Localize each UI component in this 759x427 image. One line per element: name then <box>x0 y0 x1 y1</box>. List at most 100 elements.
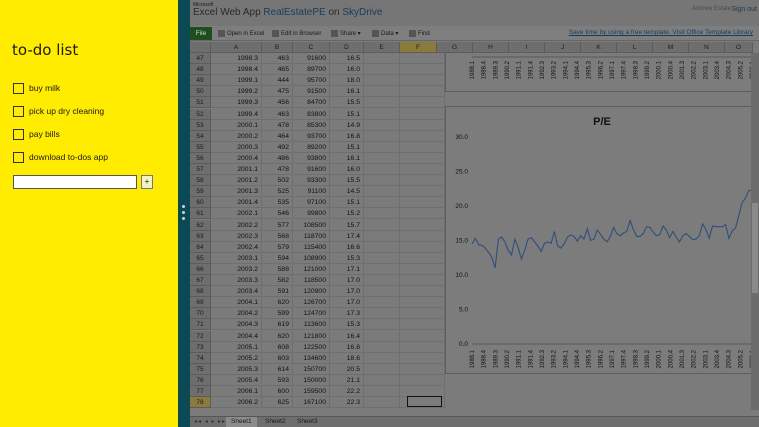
table-cell[interactable]: 91600 <box>293 53 330 65</box>
row-header[interactable]: 56 <box>190 152 211 164</box>
table-cell[interactable]: 120900 <box>293 286 330 298</box>
table-cell[interactable] <box>364 175 400 187</box>
table-cell[interactable]: 91100 <box>293 186 330 198</box>
table-cell[interactable]: 464 <box>262 130 293 142</box>
table-cell[interactable]: 2002.3 <box>211 230 262 242</box>
table-cell[interactable]: 463 <box>262 53 293 65</box>
todo-checkbox[interactable] <box>13 105 24 117</box>
row-header[interactable]: 67 <box>190 275 211 287</box>
table-cell[interactable]: 2000.3 <box>211 141 262 153</box>
table-cell[interactable]: 619 <box>262 319 293 331</box>
table-cell[interactable]: 1999.4 <box>211 108 262 120</box>
table-cell[interactable] <box>400 275 445 287</box>
row-header[interactable]: 72 <box>190 330 211 342</box>
table-cell[interactable]: 150700 <box>293 363 330 375</box>
table-cell[interactable]: 502 <box>262 175 293 187</box>
table-cell[interactable]: 17.4 <box>330 230 364 242</box>
table-cell[interactable]: 84700 <box>293 97 330 109</box>
table-cell[interactable] <box>400 175 445 187</box>
table-cell[interactable] <box>400 286 445 298</box>
table-cell[interactable]: 150000 <box>293 374 330 386</box>
table-cell[interactable] <box>400 75 445 87</box>
table-cell[interactable]: 95700 <box>293 75 330 87</box>
table-cell[interactable] <box>364 297 400 309</box>
table-cell[interactable] <box>364 319 400 331</box>
table-cell[interactable]: 17.1 <box>330 263 364 275</box>
table-cell[interactable] <box>400 263 445 275</box>
table-cell[interactable]: 463 <box>262 108 293 120</box>
table-cell[interactable]: 89200 <box>293 141 330 153</box>
table-cell[interactable]: 588 <box>262 263 293 275</box>
column-header[interactable]: D <box>330 42 364 53</box>
table-cell[interactable]: 15.3 <box>330 252 364 264</box>
table-cell[interactable]: 134600 <box>293 352 330 364</box>
row-header[interactable]: 73 <box>190 341 211 353</box>
active-cell[interactable] <box>407 396 442 407</box>
row-header[interactable]: 78 <box>190 397 211 409</box>
todo-item[interactable]: pay bills <box>13 127 60 141</box>
table-cell[interactable]: 91600 <box>293 164 330 176</box>
row-header[interactable]: 52 <box>190 108 211 120</box>
table-cell[interactable]: 2002.2 <box>211 219 262 231</box>
todo-item[interactable]: pick up dry cleaning <box>13 104 104 118</box>
column-header[interactable]: A <box>211 42 262 53</box>
table-cell[interactable]: 614 <box>262 363 293 375</box>
sign-out-link[interactable]: Sign out <box>731 6 757 13</box>
table-cell[interactable]: 16.4 <box>330 330 364 342</box>
table-cell[interactable]: 93700 <box>293 130 330 142</box>
table-cell[interactable] <box>400 374 445 386</box>
table-cell[interactable]: 600 <box>262 386 293 398</box>
table-cell[interactable]: 2006.2 <box>211 397 262 409</box>
column-header[interactable]: O <box>725 42 753 53</box>
row-header[interactable]: 49 <box>190 75 211 87</box>
table-cell[interactable]: 15.1 <box>330 108 364 120</box>
table-cell[interactable]: 2000.1 <box>211 119 262 131</box>
share-button[interactable]: Share ▾ <box>331 28 361 39</box>
row-header[interactable]: 54 <box>190 130 211 142</box>
table-cell[interactable]: 2002.4 <box>211 241 262 253</box>
table-cell[interactable] <box>400 319 445 331</box>
table-cell[interactable]: 21.1 <box>330 374 364 386</box>
table-cell[interactable]: 83800 <box>293 108 330 120</box>
sheet-nav-arrows-icon[interactable]: ◂◂ ◂ ▸ ▸▸ <box>194 418 226 425</box>
table-cell[interactable]: 594 <box>262 252 293 264</box>
column-header[interactable]: L <box>617 42 653 53</box>
table-cell[interactable] <box>400 308 445 320</box>
table-cell[interactable]: 93300 <box>293 175 330 187</box>
table-cell[interactable] <box>400 352 445 364</box>
table-cell[interactable]: 2001.2 <box>211 175 262 187</box>
todo-checkbox[interactable] <box>13 82 24 94</box>
table-cell[interactable] <box>364 97 400 109</box>
column-header[interactable]: M <box>653 42 689 53</box>
table-cell[interactable] <box>400 341 445 353</box>
table-cell[interactable]: 2001.4 <box>211 197 262 209</box>
table-cell[interactable]: 18.6 <box>330 352 364 364</box>
table-cell[interactable] <box>364 241 400 253</box>
table-cell[interactable]: 2001.1 <box>211 164 262 176</box>
table-cell[interactable] <box>364 363 400 375</box>
table-cell[interactable]: 2005.2 <box>211 352 262 364</box>
file-name-link[interactable]: RealEstatePE <box>263 7 325 18</box>
table-cell[interactable]: 1999.3 <box>211 97 262 109</box>
table-cell[interactable]: 18.0 <box>330 75 364 87</box>
table-cell[interactable]: 478 <box>262 164 293 176</box>
row-header[interactable]: 57 <box>190 164 211 176</box>
table-cell[interactable]: 1998.4 <box>211 64 262 76</box>
row-header[interactable]: 76 <box>190 374 211 386</box>
table-cell[interactable]: 608 <box>262 341 293 353</box>
table-cell[interactable]: 475 <box>262 86 293 98</box>
table-cell[interactable] <box>400 186 445 198</box>
table-cell[interactable]: 2005.1 <box>211 341 262 353</box>
table-cell[interactable]: 535 <box>262 197 293 209</box>
table-cell[interactable]: 17.0 <box>330 275 364 287</box>
table-cell[interactable]: 108900 <box>293 252 330 264</box>
template-promo-link[interactable]: Save time by using a free template. Visi… <box>569 29 753 36</box>
table-cell[interactable]: 568 <box>262 230 293 242</box>
column-header[interactable]: C <box>293 42 330 53</box>
row-header[interactable]: 61 <box>190 208 211 220</box>
table-cell[interactable]: 14.5 <box>330 186 364 198</box>
table-cell[interactable] <box>364 186 400 198</box>
table-cell[interactable]: 16.5 <box>330 53 364 65</box>
table-cell[interactable]: 16.8 <box>330 130 364 142</box>
table-cell[interactable] <box>400 97 445 109</box>
